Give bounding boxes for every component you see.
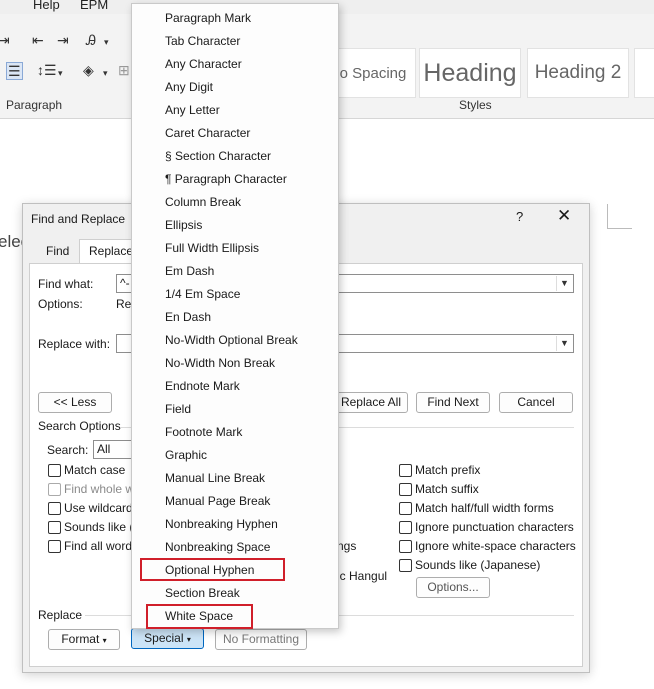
hidden-option-fragment: ic Hangul: [337, 569, 388, 583]
sounds-like-japanese-checkbox[interactable]: [399, 559, 412, 572]
margin-marker: [607, 204, 632, 229]
style-no-spacing[interactable]: o Spacing: [330, 48, 416, 98]
menu-item-caret-character[interactable]: Caret Character: [165, 126, 250, 140]
match-suffix-label: Match suffix: [415, 482, 479, 496]
format-button[interactable]: Format ▾: [48, 629, 120, 650]
match-case-label: Match case: [64, 463, 126, 477]
borders-icon[interactable]: ⊞: [118, 62, 130, 78]
highlight-white-space: [146, 604, 253, 629]
menu-item-ellipsis[interactable]: Ellipsis: [165, 218, 202, 232]
style-next[interactable]: [634, 48, 654, 98]
chevron-down-icon: ▾: [102, 636, 107, 645]
menu-item-any-character[interactable]: Any Character: [165, 57, 242, 71]
decrease-indent-icon[interactable]: ⇤: [32, 32, 44, 48]
style-heading[interactable]: Heading: [419, 48, 521, 98]
menu-item-any-letter[interactable]: Any Letter: [165, 103, 220, 117]
menu-item-nonbreaking-hyphen[interactable]: Nonbreaking Hyphen: [165, 517, 278, 531]
tab-find[interactable]: Find: [37, 240, 78, 262]
use-wildcards-checkbox[interactable]: [48, 502, 61, 515]
ignore-punctuation-checkbox[interactable]: [399, 521, 412, 534]
chevron-down-icon[interactable]: ▾: [58, 65, 63, 81]
chevron-down-icon[interactable]: ▼: [556, 336, 572, 351]
menu-item-full-width-ellipsis[interactable]: Full Width Ellipsis: [165, 241, 259, 255]
find-whole-words-checkbox[interactable]: [48, 483, 61, 496]
menu-item-field[interactable]: Field: [165, 402, 191, 416]
chevron-down-icon[interactable]: ▾: [104, 34, 109, 50]
search-direction-value: All: [97, 442, 111, 456]
menu-item-section-character[interactable]: § Section Character: [165, 149, 271, 163]
close-button[interactable]: ✕: [557, 206, 571, 226]
sounds-like-japanese-label: Sounds like (Japanese): [415, 558, 541, 572]
menu-item-column-break[interactable]: Column Break: [165, 195, 241, 209]
help-button[interactable]: ?: [516, 209, 523, 224]
match-prefix-label: Match prefix: [415, 463, 481, 477]
menu-item-manual-line-break[interactable]: Manual Line Break: [165, 471, 265, 485]
menu-item-en-dash[interactable]: En Dash: [165, 310, 211, 324]
menu-item-no-width-optional-break[interactable]: No-Width Optional Break: [165, 333, 298, 347]
replace-all-button[interactable]: Replace All: [334, 392, 408, 413]
dialog-title: Find and Replace: [31, 212, 126, 226]
options-button[interactable]: Options...: [416, 577, 490, 598]
options-label: Options:: [38, 297, 83, 311]
menu-item-paragraph-character[interactable]: ¶ Paragraph Character: [165, 172, 287, 186]
justify-icon[interactable]: ☰: [6, 62, 23, 80]
menu-item-graphic[interactable]: Graphic: [165, 448, 207, 462]
line-spacing-icon[interactable]: ↕☰: [37, 62, 57, 78]
ignore-whitespace-checkbox[interactable]: [399, 540, 412, 553]
special-button-label: Special: [144, 631, 184, 645]
ignore-whitespace-label: Ignore white-space characters: [415, 539, 576, 553]
find-all-word-forms-label: Find all word: [64, 539, 133, 553]
style-heading-2[interactable]: Heading 2: [527, 48, 629, 98]
indent-icon[interactable]: ⇥: [0, 32, 10, 48]
find-whole-words-label: Find whole w: [64, 482, 135, 496]
menu-epm[interactable]: EPM: [80, 0, 108, 12]
menu-item-footnote-mark[interactable]: Footnote Mark: [165, 425, 242, 439]
chevron-down-icon[interactable]: ▾: [103, 65, 108, 81]
highlight-optional-hyphen: [140, 558, 285, 581]
menu-item-em-dash[interactable]: Em Dash: [165, 264, 214, 278]
ignore-punctuation-label: Ignore punctuation characters: [415, 520, 574, 534]
find-what-label: Find what:: [38, 277, 94, 291]
menu-item-manual-page-break[interactable]: Manual Page Break: [165, 494, 270, 508]
increase-indent-icon[interactable]: ⇥: [57, 32, 69, 48]
menu-item-no-width-non-break[interactable]: No-Width Non Break: [165, 356, 275, 370]
menu-item-quarter-em-space[interactable]: 1/4 Em Space: [165, 287, 240, 301]
menu-item-any-digit[interactable]: Any Digit: [165, 80, 213, 94]
group-label-styles: Styles: [459, 98, 492, 112]
shading-icon[interactable]: ◈: [83, 62, 94, 78]
special-button[interactable]: Special ▾: [131, 628, 204, 649]
format-button-label: Format: [61, 632, 100, 646]
menu-item-tab-character[interactable]: Tab Character: [165, 34, 240, 48]
menu-help[interactable]: Help: [33, 0, 60, 12]
match-suffix-checkbox[interactable]: [399, 483, 412, 496]
special-menu: Paragraph Mark Tab Character Any Charact…: [131, 3, 339, 629]
find-all-word-forms-checkbox[interactable]: [48, 540, 61, 553]
match-width-checkbox[interactable]: [399, 502, 412, 515]
find-next-button[interactable]: Find Next: [416, 392, 490, 413]
chevron-down-icon: ▾: [186, 635, 191, 644]
no-formatting-button[interactable]: No Formatting: [215, 629, 307, 650]
cancel-button[interactable]: Cancel: [499, 392, 573, 413]
menu-item-paragraph-mark[interactable]: Paragraph Mark: [165, 11, 251, 25]
match-prefix-checkbox[interactable]: [399, 464, 412, 477]
replace-section-label: Replace: [38, 608, 83, 622]
match-width-label: Match half/full width forms: [415, 501, 554, 515]
group-label-paragraph: Paragraph: [6, 98, 63, 112]
text-direction-icon[interactable]: Ꭿ: [86, 32, 96, 48]
search-label: Search:: [47, 443, 89, 457]
menu-item-section-break[interactable]: Section Break: [165, 586, 240, 600]
find-what-value: ^-: [120, 276, 130, 290]
search-options-label: Search Options: [38, 419, 121, 433]
replace-with-label: Replace with:: [38, 337, 111, 351]
use-wildcards-label: Use wildcard: [64, 501, 133, 515]
less-button[interactable]: << Less: [38, 392, 112, 413]
menu-item-endnote-mark[interactable]: Endnote Mark: [165, 379, 240, 393]
chevron-down-icon[interactable]: ▼: [556, 276, 572, 291]
sounds-like-label: Sounds like (: [64, 520, 134, 534]
hidden-option-fragment: ngs: [337, 539, 357, 553]
sounds-like-checkbox[interactable]: [48, 521, 61, 534]
menu-item-nonbreaking-space[interactable]: Nonbreaking Space: [165, 540, 270, 554]
match-case-checkbox[interactable]: [48, 464, 61, 477]
